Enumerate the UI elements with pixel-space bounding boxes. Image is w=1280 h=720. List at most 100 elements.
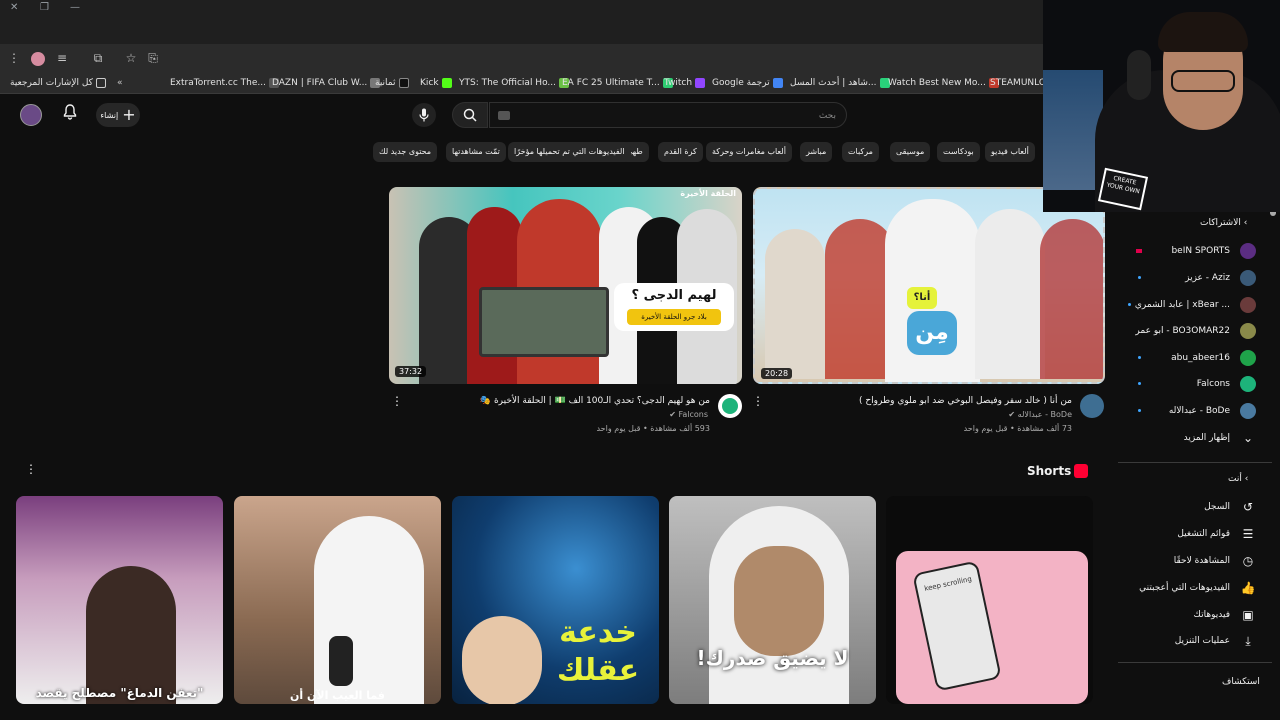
- bookmark-shahid[interactable]: شاهد | أحدث المسل...: [790, 72, 890, 94]
- install-app-icon[interactable]: ⎘: [143, 44, 163, 72]
- subscription-name: عزيز - Aziz: [1185, 273, 1230, 283]
- falcons-logo-icon: [722, 398, 738, 414]
- thumb-person: [765, 229, 825, 379]
- close-window-icon[interactable]: ✕: [10, 0, 18, 16]
- restore-window-icon[interactable]: ❐: [40, 0, 49, 16]
- short-card[interactable]: فما العيب الآن أن: [234, 496, 441, 704]
- short-card[interactable]: لا يضيق صدرك!: [669, 496, 876, 704]
- thumb-subtitle: بلاد جرو الحلقة الأخيرة: [627, 309, 721, 325]
- account-avatar[interactable]: [20, 104, 42, 126]
- video-menu-icon[interactable]: ⋮: [391, 394, 403, 408]
- you-header[interactable]: أنت ‹: [1228, 474, 1248, 484]
- short-caption: "تعفن الدماغ" مصطلح يقصد: [35, 686, 204, 700]
- person-hair: [1158, 12, 1248, 52]
- show-more-button[interactable]: إظهار المزيد ⌄: [1118, 425, 1256, 451]
- sidebar-item-label: قوائم التشغيل: [1177, 529, 1230, 539]
- channel-avatar: [1240, 323, 1256, 339]
- video-channel-row[interactable]: Falcons ✔: [669, 410, 708, 419]
- tab-strip: [0, 16, 1043, 44]
- sidebar-item-liked[interactable]: الفيديوهات التي أعجبتني 👍: [1118, 575, 1256, 601]
- search-button[interactable]: [452, 102, 488, 128]
- chip-live[interactable]: مباشر: [800, 142, 833, 162]
- sidebar-item-watch-later[interactable]: المشاهدة لاحقًا ◷: [1118, 548, 1256, 574]
- sidebar-item-downloads[interactable]: عمليات التنزيل ⤓: [1118, 628, 1256, 654]
- menu-dots-icon[interactable]: ⋮: [4, 44, 24, 72]
- channel-avatar[interactable]: [1080, 394, 1104, 418]
- sidebar-subscription[interactable]: ابو عمر - BO3OMAR22: [1118, 318, 1256, 344]
- notifications-bell-icon[interactable]: [60, 104, 80, 126]
- short-card[interactable]: keep scrolling: [886, 496, 1093, 704]
- new-content-dot: [1138, 382, 1141, 385]
- headphones: [1127, 50, 1151, 100]
- bookmark-kick[interactable]: Kick: [420, 72, 452, 94]
- video-title[interactable]: من أنا ( خالد سفر وفيصل البوخي ضد ابو مل…: [859, 396, 1072, 406]
- background-window: [1043, 70, 1103, 190]
- bookmark-twitch[interactable]: Twitch: [664, 72, 706, 94]
- channel-name: Falcons: [678, 410, 708, 419]
- history-icon: ↺: [1242, 500, 1254, 514]
- video-title[interactable]: من هو لهيم الدجى؟ تحدي الـ100 الف 💵 | ال…: [480, 396, 710, 406]
- sidebar-divider: [1118, 462, 1272, 463]
- chip-vehicles[interactable]: مركبات: [842, 142, 879, 162]
- sidebar-item-history[interactable]: السجل ↺: [1118, 494, 1256, 520]
- channel-avatar[interactable]: [718, 394, 742, 418]
- bookmark-label: Watch Best New Mo...: [888, 78, 986, 88]
- video-duration: 37:32: [395, 366, 427, 377]
- channel-avatar: [1240, 243, 1256, 259]
- verified-icon: ✔: [1008, 410, 1016, 419]
- keyboard-icon[interactable]: [498, 111, 510, 120]
- subscriptions-header[interactable]: الاشتراكات ‹: [1200, 218, 1247, 228]
- channel-avatar: [1240, 297, 1256, 313]
- sidebar-subscription[interactable]: عابد الشمري | xBear ...: [1118, 292, 1256, 318]
- search-input[interactable]: بحث: [489, 102, 847, 128]
- chip-video-games[interactable]: ألعاب فيديو: [985, 142, 1035, 162]
- sidebar-item-playlists[interactable]: قوائم التشغيل ☰: [1118, 521, 1256, 547]
- explore-header: استكشاف: [1222, 677, 1260, 687]
- chevron-down-icon: ⌄: [1242, 431, 1254, 445]
- profile-avatar-icon[interactable]: [28, 44, 48, 72]
- bookmark-google-translate[interactable]: Google ترجمة: [712, 72, 783, 94]
- short-card[interactable]: خدعة عقلك: [452, 496, 659, 704]
- plus-icon: +: [122, 105, 136, 124]
- voice-search-button[interactable]: [412, 103, 436, 127]
- site-icon: [695, 78, 706, 88]
- bookmark-label: DAZN | FIFA Club W...: [272, 78, 368, 88]
- bookmark-watch-best[interactable]: Watch Best New Mo...: [888, 72, 999, 94]
- thumb-money-case: [479, 287, 609, 357]
- extensions-icon[interactable]: ⧉: [88, 44, 108, 72]
- chip-recently-uploaded[interactable]: الفيديوهات التي تم تحميلها مؤخرًا: [508, 142, 631, 162]
- video-channel-row[interactable]: BoDe - عبدالاله ✔: [1008, 410, 1072, 419]
- short-card[interactable]: "تعفن الدماغ" مصطلح يقصد: [16, 496, 223, 704]
- short-caption: خدعة عقلك: [556, 615, 640, 688]
- bookmark-thmanyah[interactable]: ثمانية: [375, 72, 409, 94]
- chip-new-to-you[interactable]: محتوى جديد لك: [373, 142, 438, 162]
- chip-music[interactable]: موسيقى: [890, 142, 931, 162]
- chip-watched[interactable]: تمّت مشاهدتها: [446, 142, 506, 162]
- chip-action-adventure[interactable]: ألعاب مغامرات وحركة: [706, 142, 792, 162]
- video-menu-icon[interactable]: ⋮: [752, 394, 764, 408]
- video-thumbnail[interactable]: لهيم الدجى ؟ بلاد جرو الحلقة الأخيرة الح…: [389, 187, 742, 384]
- channel-avatar: [1240, 403, 1256, 419]
- bookmark-yts[interactable]: YTS: The Official Ho...: [459, 72, 570, 94]
- bookmark-all-folder[interactable]: كل الإشارات المرجعية: [10, 72, 106, 94]
- verified-icon: ✔: [669, 410, 676, 419]
- chip-football[interactable]: كرة القدم: [658, 142, 703, 162]
- bookmark-star-icon[interactable]: ☆: [121, 44, 141, 72]
- bookmark-label: Kick: [420, 78, 439, 88]
- bookmark-dazn[interactable]: DAZN | FIFA Club W...: [272, 72, 381, 94]
- create-button[interactable]: إنشاء +: [96, 103, 140, 127]
- chevron-left-icon: ‹: [1243, 218, 1248, 228]
- bookmark-eafc[interactable]: EA FC 25 Ultimate T...: [562, 72, 673, 94]
- shorts-menu-icon[interactable]: ⋮: [25, 462, 37, 476]
- bookmark-extratorrent[interactable]: ExtraTorrent.cc The...: [170, 72, 279, 94]
- short-person: [462, 616, 542, 704]
- sidebar-item-label: المشاهدة لاحقًا: [1173, 556, 1230, 566]
- reading-list-icon[interactable]: ≡: [52, 44, 72, 72]
- video-thumbnail[interactable]: مِن أنا؟ 20:28: [753, 187, 1105, 384]
- more-bookmarks-button[interactable]: «: [117, 72, 123, 94]
- short-microphone: [329, 636, 353, 686]
- thumb-badge: الحلقة الأخيرة: [680, 189, 736, 198]
- chip-podcasts[interactable]: بودكاست: [937, 142, 980, 162]
- minimize-window-icon[interactable]: —: [70, 0, 80, 16]
- sidebar-item-your-videos[interactable]: فيديوهاتك ▣: [1118, 602, 1256, 628]
